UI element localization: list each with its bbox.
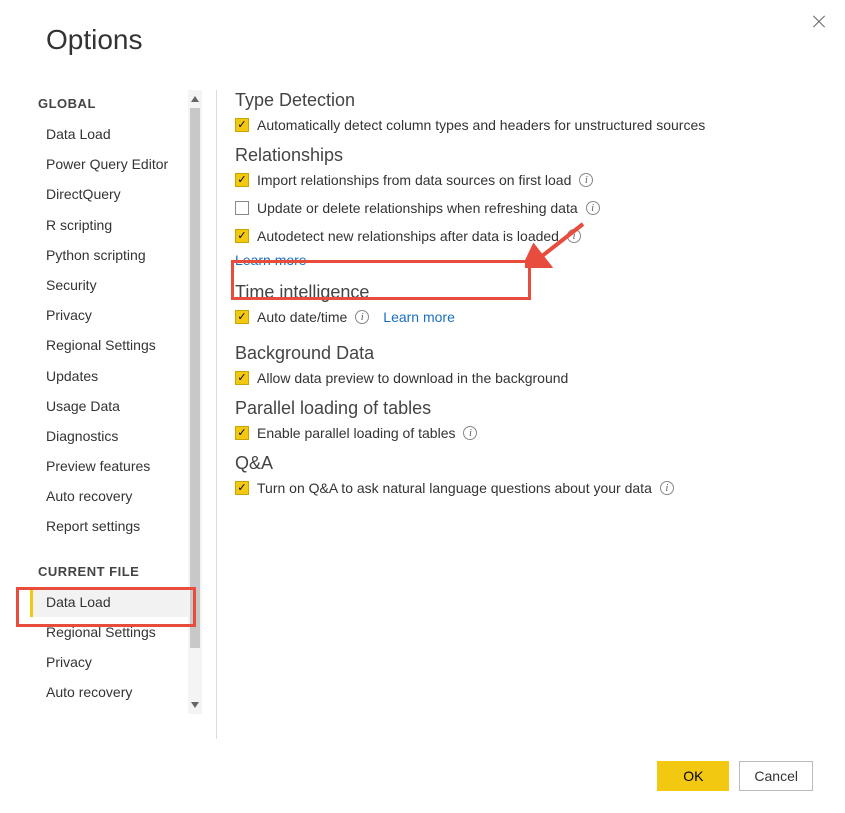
sidebar-item-security[interactable]: Security [30,270,188,300]
info-icon[interactable]: i [567,229,581,243]
label-qa-enable: Turn on Q&A to ask natural language ques… [257,480,652,496]
sidebar-item-cf-regional-settings[interactable]: Regional Settings [30,617,188,647]
sidebar-item-directquery[interactable]: DirectQuery [30,179,188,209]
group-type-detection: Type Detection [235,90,815,111]
label-parallel-loading: Enable parallel loading of tables [257,425,455,441]
sidebar-item-data-load[interactable]: Data Load [30,119,188,149]
dialog-title: Options [46,24,143,56]
sidebar-item-diagnostics[interactable]: Diagnostics [30,421,188,451]
label-background-preview: Allow data preview to download in the ba… [257,370,568,386]
group-time-intelligence: Time intelligence [235,282,815,303]
sidebar-item-python-scripting[interactable]: Python scripting [30,240,188,270]
info-icon[interactable]: i [579,173,593,187]
checkbox-autodetect-relationships[interactable]: ✓ [235,229,249,243]
label-auto-date-time: Auto date/time [257,309,347,325]
sidebar: GLOBAL Data Load Power Query Editor Dire… [30,90,202,739]
label-update-relationships: Update or delete relationships when refr… [257,200,578,216]
info-icon[interactable]: i [586,201,600,215]
sidebar-item-preview-features[interactable]: Preview features [30,451,188,481]
sidebar-item-cf-auto-recovery[interactable]: Auto recovery [30,677,188,707]
sidebar-scrollbar[interactable] [188,90,202,714]
group-background-data: Background Data [235,343,815,364]
group-qa: Q&A [235,453,815,474]
settings-content: Type Detection ✓ Automatically detect co… [235,90,815,739]
checkbox-parallel-loading[interactable]: ✓ [235,426,249,440]
sidebar-item-auto-recovery[interactable]: Auto recovery [30,481,188,511]
scroll-down-icon[interactable] [188,696,202,714]
label-autodetect-relationships: Autodetect new relationships after data … [257,228,559,244]
sidebar-item-cf-data-load[interactable]: Data Load [30,587,188,617]
link-time-intel-learn-more[interactable]: Learn more [383,309,455,325]
checkbox-auto-detect-types[interactable]: ✓ [235,118,249,132]
vertical-divider [216,90,217,739]
link-relationships-learn-more[interactable]: Learn more [235,252,815,268]
info-icon[interactable]: i [463,426,477,440]
scroll-up-icon[interactable] [188,90,202,108]
sidebar-item-r-scripting[interactable]: R scripting [30,210,188,240]
sidebar-item-power-query-editor[interactable]: Power Query Editor [30,149,188,179]
close-icon[interactable] [811,14,827,30]
sidebar-item-cf-privacy[interactable]: Privacy [30,647,188,677]
info-icon[interactable]: i [355,310,369,324]
sidebar-section-current-file: CURRENT FILE [38,564,188,579]
label-auto-detect-types: Automatically detect column types and he… [257,117,705,133]
group-relationships: Relationships [235,145,815,166]
group-parallel-loading: Parallel loading of tables [235,398,815,419]
dialog-footer: OK Cancel [657,761,813,791]
sidebar-item-privacy[interactable]: Privacy [30,300,188,330]
sidebar-item-usage-data[interactable]: Usage Data [30,391,188,421]
scroll-thumb[interactable] [190,108,200,648]
cancel-button[interactable]: Cancel [739,761,813,791]
sidebar-item-report-settings[interactable]: Report settings [30,511,188,541]
checkbox-update-relationships[interactable] [235,201,249,215]
sidebar-item-updates[interactable]: Updates [30,361,188,391]
sidebar-item-regional-settings[interactable]: Regional Settings [30,330,188,360]
checkbox-auto-date-time[interactable]: ✓ [235,310,249,324]
info-icon[interactable]: i [660,481,674,495]
label-import-relationships: Import relationships from data sources o… [257,172,571,188]
dialog-body: GLOBAL Data Load Power Query Editor Dire… [30,90,815,739]
checkbox-qa-enable[interactable]: ✓ [235,481,249,495]
ok-button[interactable]: OK [657,761,729,791]
sidebar-section-global: GLOBAL [38,96,188,111]
checkbox-import-relationships[interactable]: ✓ [235,173,249,187]
checkbox-background-preview[interactable]: ✓ [235,371,249,385]
